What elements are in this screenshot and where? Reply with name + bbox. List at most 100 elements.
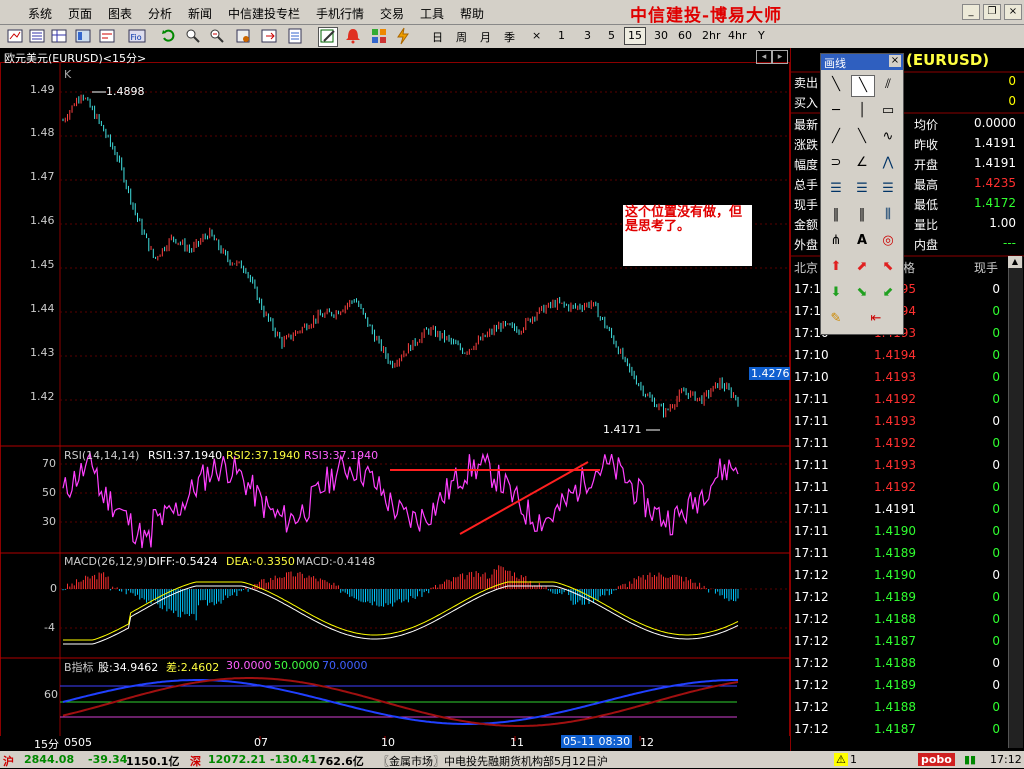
menu-news[interactable]: 新闻 [188, 5, 212, 22]
panel-icon[interactable] [74, 27, 92, 45]
zoom-in-icon[interactable] [184, 27, 202, 45]
down-arrow-icon[interactable]: ⬇ [825, 283, 847, 303]
chart-icon[interactable] [6, 27, 24, 45]
angle-tool-icon[interactable]: ∠ [851, 153, 873, 173]
tick-price: 1.4192 [874, 392, 916, 406]
tick-volume: 0 [992, 392, 1000, 406]
period-quarter[interactable]: 季 [504, 29, 515, 45]
arrow-line-icon[interactable]: ╲ [851, 127, 873, 147]
plugin-icon[interactable] [370, 27, 388, 45]
arc-tool-icon[interactable]: ⊃ [825, 153, 847, 173]
text-tool-icon[interactable]: A [851, 231, 873, 251]
period-30[interactable]: 30 [654, 29, 668, 42]
circle-tool-icon[interactable]: ◎ [877, 231, 899, 251]
down-left-arrow-icon[interactable]: ⬋ [877, 283, 899, 303]
period-4hr[interactable]: 4hr [728, 29, 747, 42]
tick-scrollbar[interactable] [1008, 256, 1023, 748]
alarm-icon[interactable] [344, 27, 362, 45]
export-icon[interactable] [260, 27, 278, 45]
menu-system[interactable]: 系统 [28, 5, 52, 22]
period-3[interactable]: 3 [584, 29, 591, 42]
period-5[interactable]: 5 [608, 29, 615, 42]
tick-price: 1.4193 [874, 370, 916, 384]
sh-index-value: 2844.08 [24, 753, 75, 766]
report-icon[interactable] [286, 27, 304, 45]
draw-palette-close-button[interactable]: × [889, 55, 901, 67]
news-ticker[interactable]: 〖金属市场〗中电投先融期货机构部5月12日沪 [378, 753, 823, 769]
menu-chart[interactable]: 图表 [108, 5, 132, 22]
latest-label: 最新 [794, 118, 819, 132]
parallel-tool-icon[interactable]: ⫽ [877, 75, 899, 95]
table-icon[interactable] [50, 27, 68, 45]
menu-trade[interactable]: 交易 [380, 5, 404, 22]
tick-price: 1.4193 [874, 458, 916, 472]
tick-scroll-up[interactable]: ▲ [1008, 256, 1022, 268]
macd-macd-value: MACD:-0.4148 [296, 555, 376, 568]
ray-tool-icon[interactable]: ╲ [851, 75, 875, 97]
flash-icon[interactable] [394, 27, 412, 45]
menu-mobile[interactable]: 手机行情 [316, 5, 364, 22]
menu-bar: 系统 页面 图表 分析 新闻 中信建投专栏 手机行情 交易 工具 帮助 中信建投… [0, 0, 1024, 26]
horizontal-line-icon[interactable]: ─ [825, 101, 847, 121]
gann-tool-icon[interactable]: ☰ [877, 179, 899, 199]
menu-tools[interactable]: 工具 [420, 5, 444, 22]
menu-help[interactable]: 帮助 [460, 5, 484, 22]
menu-analysis[interactable]: 分析 [148, 5, 172, 22]
scroll-left-button[interactable]: ◂ [756, 50, 772, 64]
fibonacci-tool-icon[interactable]: ☰ [851, 179, 873, 199]
minimize-button[interactable]: _ [962, 4, 980, 20]
chart-area[interactable] [0, 48, 790, 750]
up-right-arrow-icon[interactable]: ⬈ [851, 257, 873, 277]
scroll-right-button[interactable]: ▸ [772, 50, 788, 64]
eraser-icon[interactable]: ✎ [825, 309, 847, 329]
vertical-line-icon[interactable]: │ [851, 101, 873, 121]
channel-tool-icon[interactable]: ☰ [825, 179, 847, 199]
cycle-tool-icon[interactable]: ‖ [825, 205, 847, 225]
quote-icon[interactable] [98, 27, 116, 45]
connection-icon: ▮▮ [964, 753, 977, 766]
settings-icon[interactable] [234, 27, 252, 45]
rectangle-tool-icon[interactable]: ▭ [877, 101, 899, 121]
draw-tool-icon[interactable] [318, 27, 338, 47]
period-week[interactable]: 周 [456, 29, 467, 45]
x-label-07: 07 [254, 736, 268, 749]
period-month[interactable]: 月 [480, 29, 491, 45]
current-volume-label: 现手 [794, 198, 819, 212]
fan-tool-icon[interactable]: ⋀ [877, 153, 899, 173]
time-zone-icon[interactable]: ‖ [851, 205, 873, 225]
down-right-arrow-icon[interactable]: ⬊ [851, 283, 873, 303]
up-left-arrow-icon[interactable]: ⬉ [877, 257, 899, 277]
pitchfork-tool-icon[interactable]: ⋔ [825, 231, 847, 251]
buy-value: 0 [1008, 94, 1016, 108]
tick-volume: 0 [992, 502, 1000, 516]
period-2hr[interactable]: 2hr [702, 29, 721, 42]
period-15[interactable]: 15 [624, 27, 646, 45]
period-60[interactable]: 60 [678, 29, 692, 42]
macd-tick-0: 0 [50, 582, 57, 595]
sh-index-change: -39.34 [88, 753, 128, 766]
refresh-icon[interactable] [160, 27, 178, 45]
segment-tool-icon[interactable]: ╱ [825, 127, 847, 147]
draw-tool-palette[interactable]: 画线 × ╲ ╲ ⫽ ─ │ ▭ ╱ ╲ ∿ ⊃ ∠ ⋀ ☰ ☰ ☰ ‖ ‖ ⫼… [820, 53, 904, 335]
period-1[interactable]: 1 [558, 29, 565, 42]
up-arrow-icon[interactable]: ⬆ [825, 257, 847, 277]
period-day[interactable]: 日 [432, 29, 443, 45]
delete-all-icon[interactable]: ⇤ [865, 309, 887, 329]
menu-column[interactable]: 中信建投专栏 [228, 5, 300, 22]
grid-tool-icon[interactable]: ⫼ [877, 205, 899, 225]
wave-tool-icon[interactable]: ∿ [877, 127, 899, 147]
amount-label: 金额 [794, 218, 819, 232]
draw-palette-titlebar[interactable]: 画线 × [821, 54, 903, 70]
period-x[interactable]: × [532, 29, 541, 42]
zoom-out-icon[interactable] [208, 27, 226, 45]
tick-volume: 0 [992, 304, 1000, 318]
alert-icon[interactable]: ⚠ [834, 753, 848, 766]
restore-button[interactable]: ❐ [983, 4, 1001, 20]
menu-page[interactable]: 页面 [68, 5, 92, 22]
close-button[interactable]: × [1004, 4, 1022, 20]
list-icon[interactable] [28, 27, 46, 45]
line-tool-icon[interactable]: ╲ [825, 75, 847, 95]
tick-volume: 0 [992, 348, 1000, 362]
period-year[interactable]: Y [758, 29, 765, 42]
fio-icon[interactable]: Fio [128, 27, 146, 45]
